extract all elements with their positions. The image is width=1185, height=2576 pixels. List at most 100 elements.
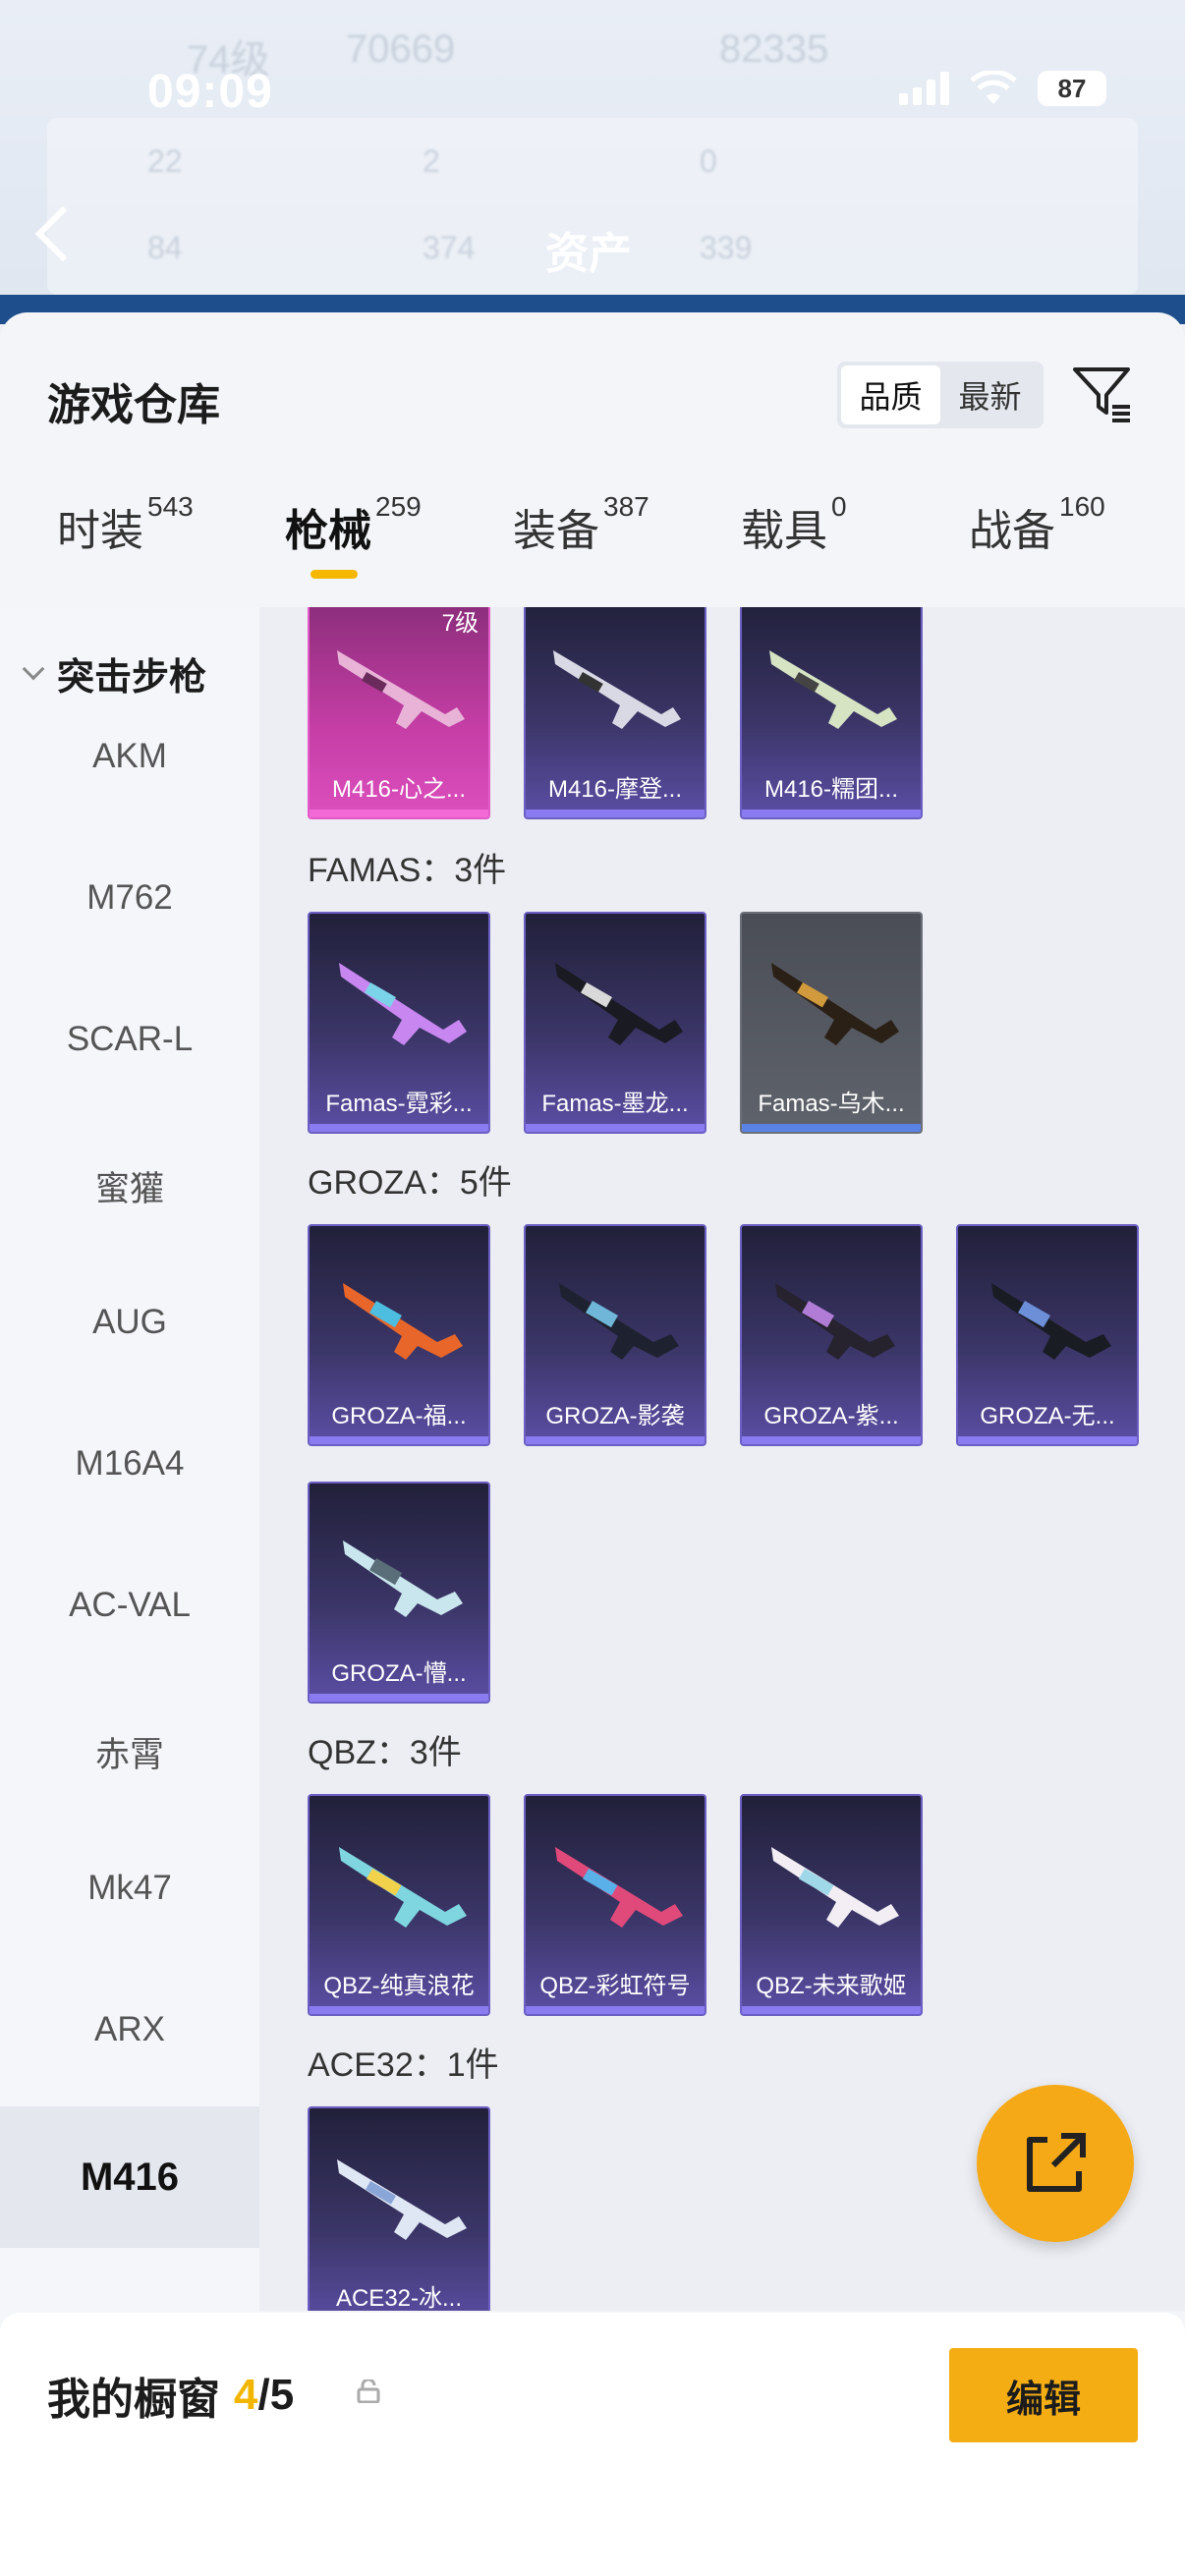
tab-firearms[interactable]: 枪械 259 [285,491,422,558]
showcase-current-count: 4 [234,2371,258,2419]
skin-name: GROZA-懵... [331,1660,467,1687]
skin-card[interactable]: GROZA-影袭 [524,1224,706,1446]
rifle-icon [771,1847,899,1928]
sidebar-item-aug[interactable]: AUG [0,1303,259,1342]
rifle-icon [555,963,683,1045]
rarity-bar [526,1124,705,1132]
tab-fashion[interactable]: 时装 543 [57,491,194,558]
skin-card[interactable]: QBZ-纯真浪花 [308,1794,490,2016]
skin-name: M416-糯团... [763,776,899,803]
skin-card[interactable]: Famas-墨龙... [524,912,706,1134]
showcase-bar: 我的橱窗 4 /5 编辑 [0,2313,1185,2576]
sidebar-item-ac-val[interactable]: AC-VAL [0,1586,259,1625]
sidebar-item-honey-badger[interactable]: 蜜獾 [0,1161,259,1211]
sidebar-item-mk47[interactable]: Mk47 [0,1869,259,1908]
chevron-down-icon [22,657,45,680]
rifle-icon [769,650,897,729]
skin-card[interactable]: QBZ-未来歌姬 [740,1794,923,2016]
rarity-bar [958,1436,1137,1444]
rarity-bar [526,2006,705,2014]
rifle-icon [343,1540,463,1617]
skin-card[interactable]: GROZA-福... [308,1224,490,1446]
skin-card[interactable]: GROZA-无... [956,1224,1139,1446]
sidebar-item-scar-l[interactable]: SCAR-L [0,1020,259,1059]
rifle-icon [553,650,681,729]
rifle-icon [775,1283,895,1360]
background-stat: 22 [147,143,183,179]
sidebar-item-m16a4[interactable]: M16A4 [0,1444,259,1484]
skin-card[interactable]: QBZ-彩虹符号 [524,1794,706,2016]
sort-latest-button[interactable]: 最新 [940,365,1040,424]
background-value: 82335 [719,28,829,71]
category-tabs: 时装 543 枪械 259 装备 387 载具 0 战备 160 [0,491,1185,603]
skin-name: Famas-乌木... [758,1091,905,1117]
skin-card[interactable]: M416-摩登... [524,607,706,819]
tab-label: 战备 [969,507,1055,555]
rifle-icon [343,1283,463,1360]
group-title-groza: GROZA：5件 [308,1164,512,1202]
skin-name: ACE32-冰... [335,2285,463,2311]
sidebar-item-akm[interactable]: AKM [0,737,259,776]
filter-icon[interactable] [1071,362,1136,426]
rifle-icon [559,1283,679,1360]
category-header[interactable]: 突击步枪 [20,646,206,700]
sidebar-item-arx[interactable]: ARX [0,2010,259,2049]
background-stat: 84 [147,230,183,265]
share-icon [1027,2133,1086,2192]
sidebar-item-chixiao[interactable]: 赤霄 [0,1727,259,1777]
rarity-bar [310,2006,488,2014]
background-value: 70669 [346,28,456,71]
skin-name: QBZ-未来歌姬 [756,1973,907,1999]
tab-count: 543 [147,491,194,522]
skin-card[interactable]: ACE32-冰... [308,2106,490,2311]
skin-name: M416-摩登... [547,776,683,803]
tab-vehicles[interactable]: 载具 0 [741,491,847,558]
rarity-bar [742,1436,921,1444]
background-stat: 0 [700,143,717,179]
weapon-sidebar: 突击步枪 AKM M762 SCAR-L 蜜獾 AUG M16A4 AC-VAL… [0,607,259,2576]
group-title-qbz: QBZ：3件 [308,1734,462,1771]
share-button[interactable] [977,2085,1134,2242]
sort-quality-button[interactable]: 品质 [841,365,940,424]
rifle-icon [771,963,899,1045]
tab-supplies[interactable]: 战备 160 [969,491,1105,558]
rarity-bar [310,1436,488,1444]
skin-card[interactable]: Famas-乌木... [740,912,923,1134]
rarity-bar [310,810,488,817]
skin-level: 7级 [441,610,479,637]
skin-card[interactable]: GROZA-懵... [308,1482,490,1704]
background-title: 资产 [545,230,632,278]
skin-card[interactable]: M416-糯团... [740,607,923,819]
sidebar-item-m762[interactable]: M762 [0,878,259,918]
warehouse-sheet: 游戏仓库 品质 最新 时装 543 枪械 259 装备 387 载具 0 战备 … [0,312,1185,2576]
status-icons: 87 [899,71,1106,106]
signal-icon [899,72,949,105]
showcase-title: 我的橱窗 [47,2376,220,2424]
skin-card[interactable]: GROZA-紫... [740,1224,923,1446]
edit-button[interactable]: 编辑 [949,2348,1138,2442]
sheet-title: 游戏仓库 [47,381,220,429]
wifi-icon [970,71,1017,104]
tab-label: 装备 [513,507,599,555]
category-label: 突击步枪 [57,657,207,699]
skin-name: M416-心之... [331,776,467,803]
tab-count: 259 [375,491,422,522]
tab-count: 160 [1059,491,1105,522]
sidebar-item-m416[interactable]: M416 [0,2106,259,2248]
background-header: 74级 70669 82335 22 2 0 84 374 339 09:09 … [0,0,1185,324]
rarity-bar [526,810,705,817]
background-stat: 339 [700,230,753,265]
tab-equipment[interactable]: 装备 387 [513,491,649,558]
skin-grid: 7级 M416-心之... M416-摩登... M416-糯团... FAMA… [259,607,1185,2311]
tab-count: 387 [603,491,649,522]
rarity-bar [310,1694,488,1702]
rarity-bar [742,2006,921,2014]
skin-card[interactable]: 7级 M416-心之... [308,607,490,819]
rarity-bar [742,1124,921,1132]
skin-card[interactable]: Famas-霓彩... [308,912,490,1134]
rifle-icon [555,1847,683,1928]
group-title-famas: FAMAS：3件 [308,852,507,889]
showcase-total-count: /5 [257,2371,295,2419]
tab-label: 载具 [741,507,827,555]
tab-label: 时装 [57,507,143,555]
